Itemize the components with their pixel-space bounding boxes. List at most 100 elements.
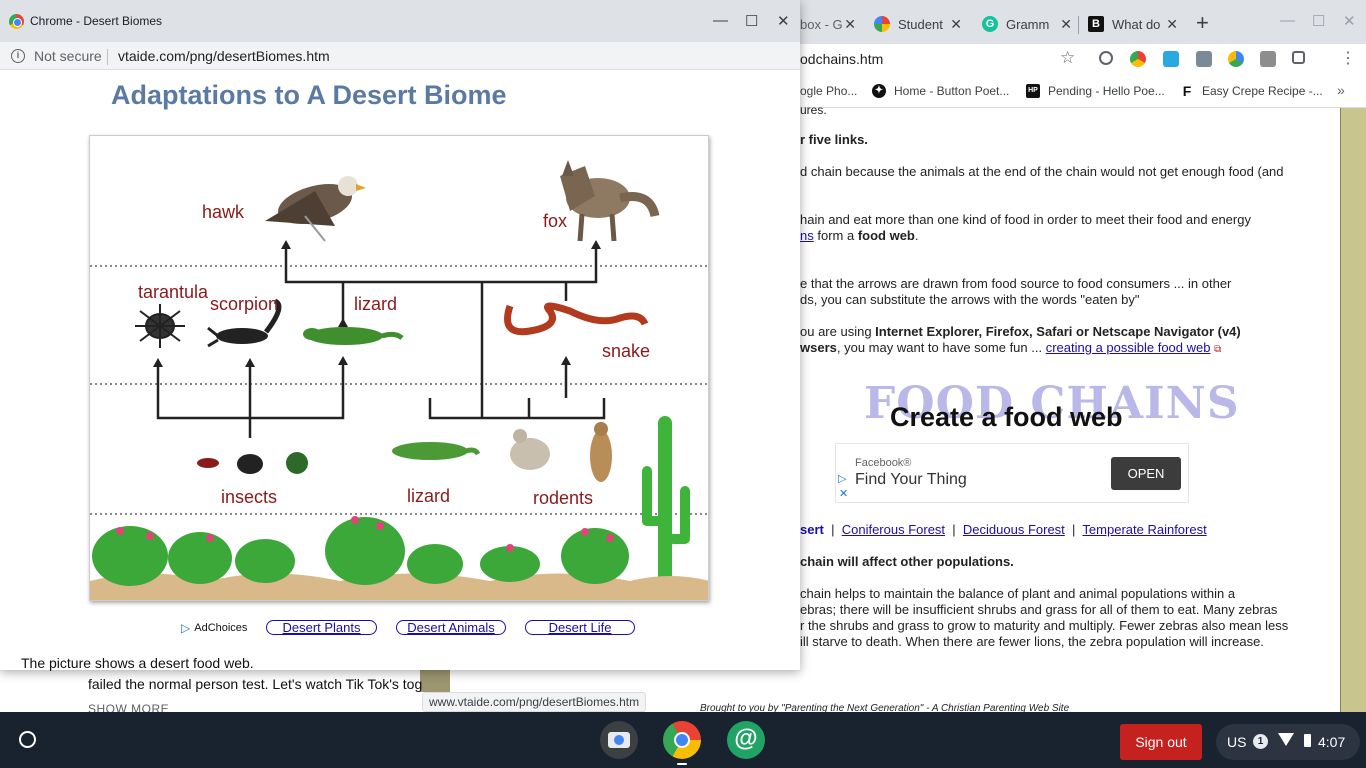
- extensions-puzzle-icon[interactable]: [1292, 51, 1305, 64]
- tab-grammarly[interactable]: G Gramm ✕: [982, 8, 1076, 40]
- fox-illustration: [560, 160, 660, 242]
- clock[interactable]: 4:07: [1318, 734, 1345, 750]
- launcher-icon[interactable]: [19, 731, 36, 748]
- minimize-icon[interactable]: —: [1280, 12, 1295, 29]
- tab-inbox[interactable]: box - G ✕: [800, 8, 862, 40]
- address-divider: [107, 49, 108, 65]
- label-snake: snake: [602, 341, 650, 361]
- page-text: chain helps to maintain the balance of p…: [800, 586, 1236, 601]
- extension-icon[interactable]: [1228, 51, 1244, 67]
- page-title: Adaptations to A Desert Biome: [111, 80, 507, 110]
- close-icon[interactable]: ✕: [844, 16, 856, 33]
- video-thumbnail[interactable]: [420, 670, 450, 692]
- desert-food-web-image: hawk fox tarantula scorpion lizard snake…: [89, 135, 709, 601]
- temperate-rainforest-link[interactable]: Temperate Rainforest: [1082, 522, 1206, 537]
- page-text: r the shrubs and grass to grow to maturi…: [800, 618, 1289, 633]
- lizard-illustration: [303, 327, 404, 345]
- camera-app-icon[interactable]: [600, 721, 638, 759]
- minimize-icon[interactable]: —: [713, 12, 728, 29]
- desert-life-link[interactable]: Desert Life: [525, 620, 635, 635]
- sync-icon[interactable]: [1099, 51, 1113, 65]
- popup-titlebar[interactable]: Chrome - Desert Biomes — ☐ ✕: [0, 0, 800, 42]
- bookmark-b-icon: B: [1088, 16, 1104, 32]
- notification-count-badge[interactable]: 1: [1253, 734, 1268, 749]
- food-web-link[interactable]: creating a possible food web: [1046, 340, 1211, 355]
- grammarly-icon: G: [982, 16, 998, 32]
- info-icon[interactable]: i: [11, 49, 25, 63]
- page-text: ds, you can substitute the arrows with t…: [800, 292, 1140, 307]
- snake-illustration: [504, 302, 649, 336]
- bookmark-item[interactable]: F Easy Crepe Recipe -...: [1180, 84, 1323, 98]
- ad-open-button[interactable]: OPEN: [1111, 457, 1181, 490]
- inline-link[interactable]: ns: [800, 228, 814, 243]
- hawk-illustration: [265, 176, 366, 242]
- menu-kebab-icon[interactable]: ⋮: [1340, 48, 1356, 68]
- tab-divider: [1078, 16, 1079, 34]
- adchoices-icon[interactable]: ▷: [838, 472, 846, 485]
- label-scorpion: scorpion: [210, 294, 278, 314]
- extension-icon[interactable]: [1163, 51, 1179, 67]
- window-title: Chrome - Desert Biomes: [30, 14, 163, 28]
- maximize-icon[interactable]: ☐: [745, 12, 758, 30]
- poet-icon: ✦: [872, 84, 886, 98]
- extension-icon[interactable]: [1196, 51, 1212, 67]
- gat-app-icon[interactable]: @: [727, 721, 765, 759]
- coniferous-forest-link[interactable]: Coniferous Forest: [842, 522, 945, 537]
- star-icon[interactable]: ☆: [1060, 48, 1075, 68]
- ad-close-icon[interactable]: ✕: [839, 487, 848, 500]
- chrome-logo-icon: [9, 14, 24, 29]
- food-web-diagram: hawk fox tarantula scorpion lizard snake…: [90, 160, 708, 600]
- popup-url-text[interactable]: vtaide.com/png/desertBiomes.htm: [118, 48, 330, 64]
- tab-what-do[interactable]: B What do ✕: [1088, 8, 1182, 40]
- label-rodents: rodents: [533, 488, 593, 508]
- label-lizard-bottom: lizard: [407, 486, 450, 506]
- input-method-indicator[interactable]: US: [1227, 734, 1246, 750]
- hp-icon: HP: [1026, 84, 1040, 98]
- ad-brand: Facebook®: [855, 457, 912, 469]
- label-hawk: hawk: [202, 202, 245, 222]
- insects-illustration: [197, 452, 308, 474]
- tab-student[interactable]: Student ✕: [874, 8, 966, 40]
- page-text-line: ns form a food web.: [800, 228, 919, 243]
- sign-out-button[interactable]: Sign out: [1120, 724, 1202, 760]
- video-description: failed the normal person test. Let's wat…: [88, 676, 422, 692]
- new-tab-button[interactable]: +: [1196, 12, 1209, 34]
- label-tarantula: tarantula: [138, 282, 209, 302]
- security-indicator[interactable]: Not secure: [34, 48, 102, 64]
- bookmark-item[interactable]: ogle Pho...: [800, 84, 857, 98]
- status-url-bubble: www.vtaide.com/png/desertBiomes.htm: [422, 692, 647, 712]
- food-chains-banner-title[interactable]: Create a food web: [890, 402, 1123, 433]
- page-text: ures.: [800, 103, 827, 117]
- ad-headline[interactable]: Find Your Thing: [855, 471, 967, 489]
- lizard-illustration: [392, 442, 481, 460]
- chevron-right-icon[interactable]: »: [1337, 82, 1345, 98]
- deciduous-forest-link[interactable]: Deciduous Forest: [963, 522, 1065, 537]
- chrome-app-icon[interactable]: [663, 721, 701, 759]
- desert-plants-link[interactable]: Desert Plants: [266, 620, 377, 635]
- close-icon[interactable]: ✕: [1343, 12, 1356, 30]
- close-icon[interactable]: ✕: [950, 16, 962, 33]
- bookmark-item[interactable]: ✦ Home - Button Poet...: [872, 84, 1009, 98]
- facebook-ad[interactable]: Facebook® Find Your Thing OPEN ▷ ✕: [835, 443, 1189, 503]
- label-lizard-top: lizard: [354, 294, 397, 314]
- close-icon[interactable]: ✕: [1060, 16, 1072, 33]
- desert-animals-link[interactable]: Desert Animals: [396, 620, 506, 635]
- maximize-icon[interactable]: ☐: [1312, 12, 1325, 30]
- label-fox: fox: [543, 211, 567, 231]
- wifi-icon[interactable]: [1278, 733, 1294, 746]
- running-indicator: [677, 763, 687, 765]
- adchoices-link[interactable]: ▷ AdChoices: [181, 621, 247, 635]
- desert-shrubs: [90, 516, 708, 600]
- extension-icon[interactable]: [1260, 51, 1276, 67]
- page-heading: r five links.: [800, 132, 868, 147]
- close-icon[interactable]: ✕: [1166, 16, 1178, 33]
- extension-icon[interactable]: [1130, 51, 1146, 67]
- rodents-illustration: [510, 422, 612, 482]
- label-insects: insects: [221, 487, 277, 507]
- address-bar-text[interactable]: odchains.htm: [800, 51, 883, 67]
- page-text: d chain because the animals at the end o…: [800, 164, 1284, 179]
- biome-links: sert | Coniferous Forest | Deciduous For…: [800, 522, 1207, 537]
- saguaro-cactus: [642, 416, 690, 596]
- close-icon[interactable]: ✕: [777, 12, 790, 30]
- bookmark-item[interactable]: HP Pending - Hello Poe...: [1026, 84, 1165, 98]
